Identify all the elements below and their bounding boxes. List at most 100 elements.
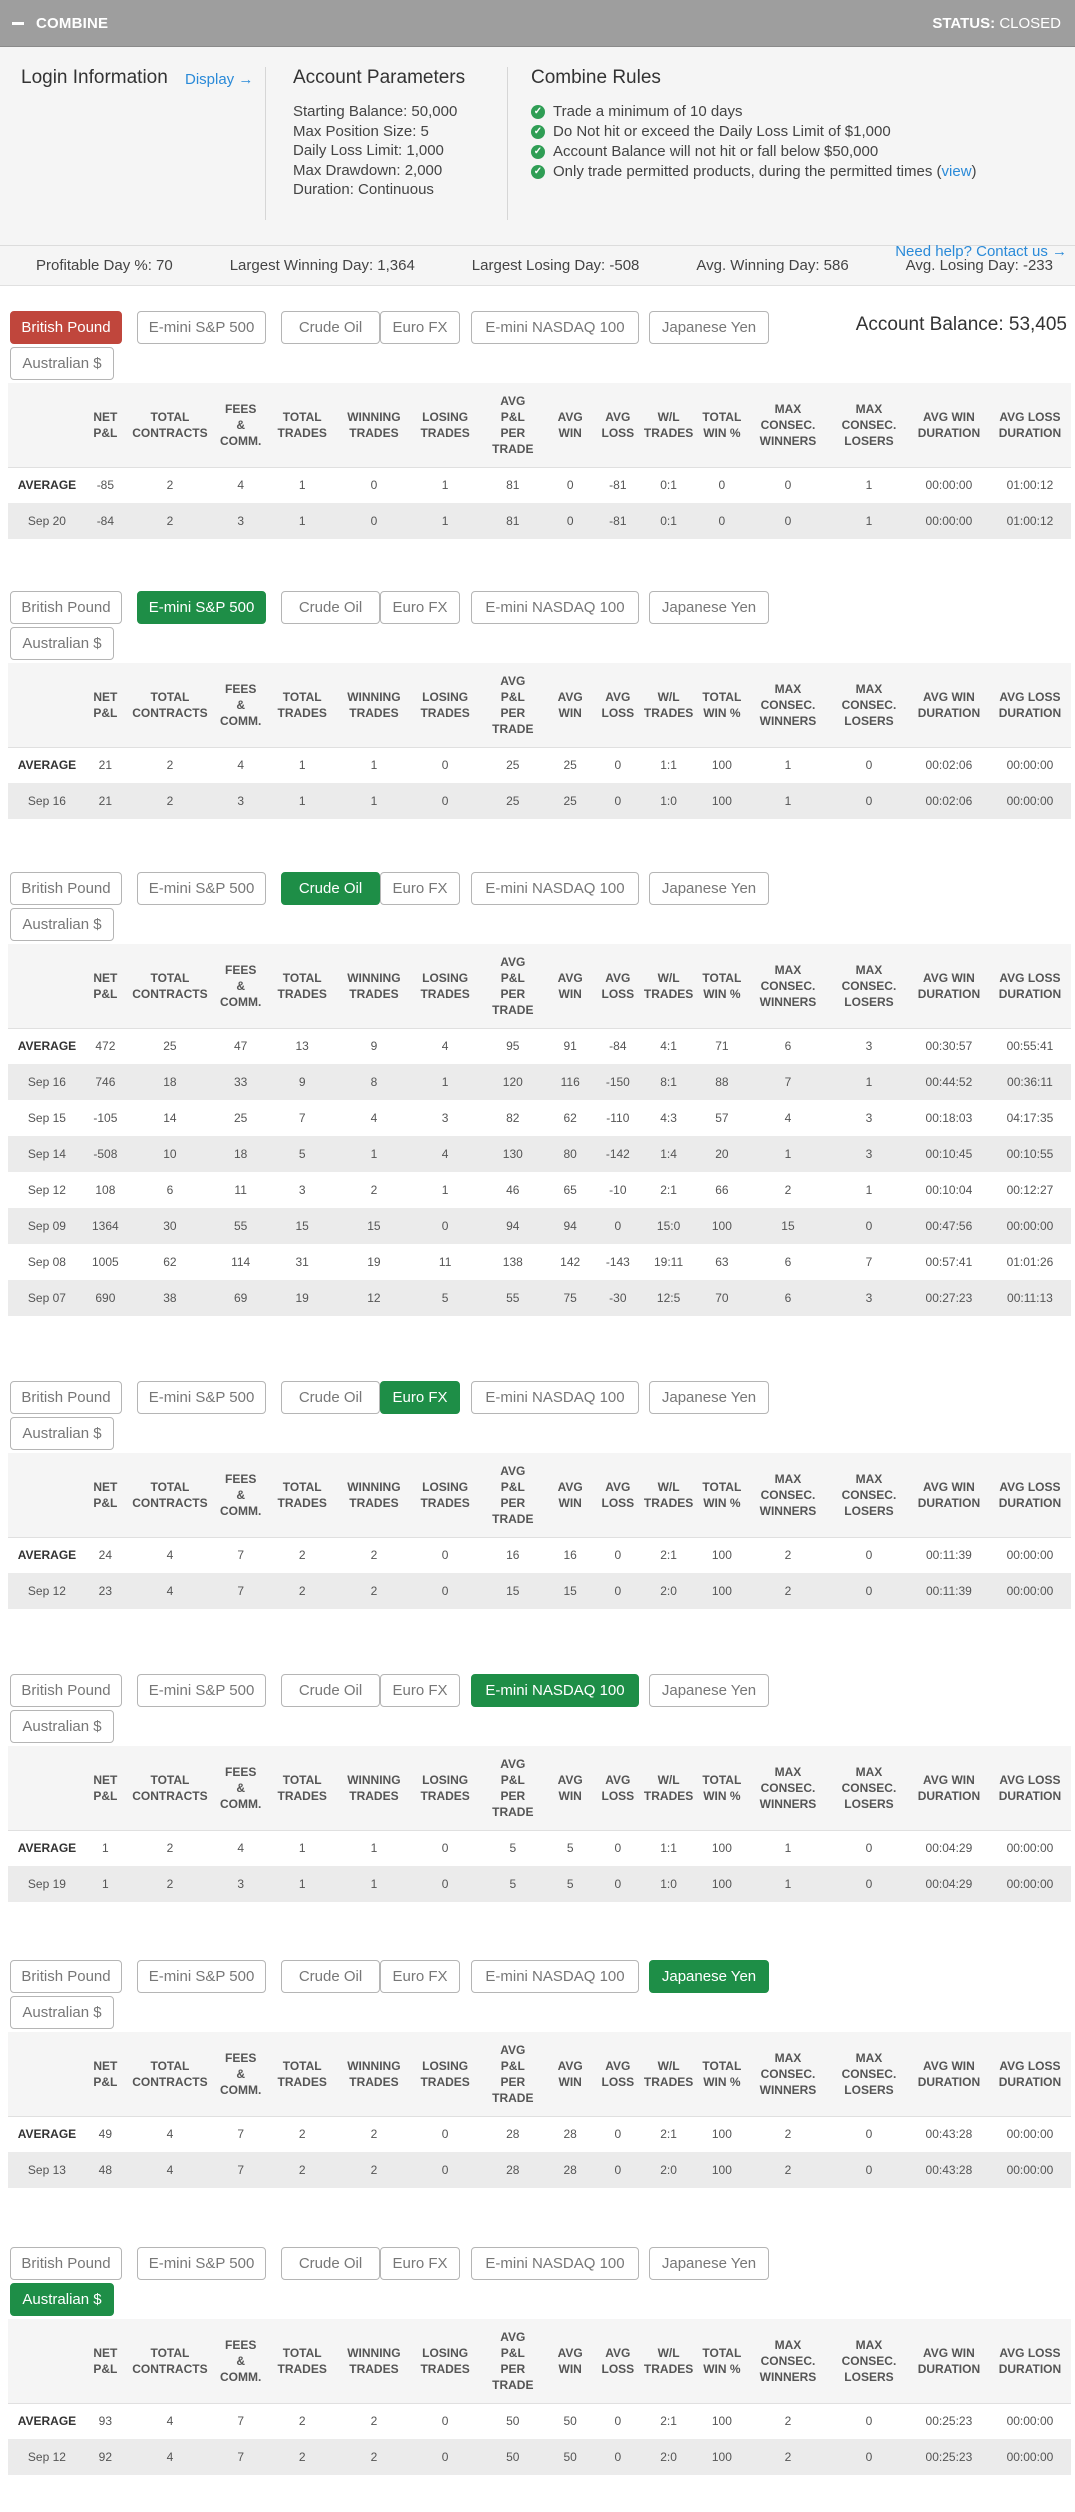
product-button-british-pound[interactable]: British Pound xyxy=(10,591,122,624)
table-cell: 00:11:39 xyxy=(908,1573,989,1609)
table-cell: 1 xyxy=(828,1064,909,1100)
table-cell: Sep 15 xyxy=(8,1100,86,1136)
table-cell: 2 xyxy=(338,2115,410,2152)
column-header xyxy=(8,2319,86,2403)
table-cell: 1:0 xyxy=(640,1866,697,1902)
table-cell: 0 xyxy=(409,1536,481,1573)
product-button-e-mini-nasdaq-100[interactable]: E-mini NASDAQ 100 xyxy=(471,311,639,344)
table-cell: 23 xyxy=(85,1573,125,1609)
column-header: TOTAL WIN % xyxy=(696,2319,747,2403)
product-button-australian[interactable]: Australian $ xyxy=(10,1710,114,1743)
product-button-japanese-yen[interactable]: Japanese Yen xyxy=(649,1674,769,1707)
product-button-japanese-yen[interactable]: Japanese Yen xyxy=(649,1381,769,1414)
table-cell: 0 xyxy=(595,1573,641,1609)
product-button-crude-oil[interactable]: Crude Oil xyxy=(281,1674,380,1707)
product-button-australian[interactable]: Australian $ xyxy=(10,908,114,941)
column-header: WINNING TRADES xyxy=(338,1746,410,1830)
product-button-british-pound[interactable]: British Pound xyxy=(10,1381,122,1414)
product-button-euro-fx[interactable]: Euro FX xyxy=(380,1674,460,1707)
table-cell: 19 xyxy=(266,1280,339,1316)
product-button-british-pound[interactable]: British Pound xyxy=(10,311,122,344)
product-button-crude-oil[interactable]: Crude Oil xyxy=(281,2247,380,2280)
table-cell: -143 xyxy=(595,1244,641,1280)
product-button-e-mini-nasdaq-100[interactable]: E-mini NASDAQ 100 xyxy=(471,872,639,905)
table-cell: 2 xyxy=(124,1866,216,1902)
product-button-japanese-yen[interactable]: Japanese Yen xyxy=(649,2247,769,2280)
table-cell: 0 xyxy=(409,1829,481,1866)
table-cell: 19:11 xyxy=(640,1244,697,1280)
product-button-e-mini-s-p-500[interactable]: E-mini S&P 500 xyxy=(137,1381,266,1414)
product-button-e-mini-s-p-500[interactable]: E-mini S&P 500 xyxy=(137,591,266,624)
product-button-british-pound[interactable]: British Pound xyxy=(10,872,122,905)
table-cell: 00:00:00 xyxy=(988,746,1071,783)
product-button-australian[interactable]: Australian $ xyxy=(10,1996,114,2029)
product-button-australian[interactable]: Australian $ xyxy=(10,1417,114,1450)
product-button-e-mini-s-p-500[interactable]: E-mini S&P 500 xyxy=(137,2247,266,2280)
product-button-british-pound[interactable]: British Pound xyxy=(10,2247,122,2280)
table-cell: 0 xyxy=(595,2402,641,2439)
table-cell: Sep 20 xyxy=(8,503,86,539)
product-button-australian[interactable]: Australian $ xyxy=(10,627,114,660)
table-cell: 0 xyxy=(828,1536,909,1573)
column-header: TOTAL TRADES xyxy=(266,383,339,467)
product-button-australian[interactable]: Australian $ xyxy=(10,2283,114,2316)
column-header: TOTAL TRADES xyxy=(266,663,339,747)
product-button-e-mini-nasdaq-100[interactable]: E-mini NASDAQ 100 xyxy=(471,2247,639,2280)
product-button-euro-fx[interactable]: Euro FX xyxy=(380,872,460,905)
table-cell: 2 xyxy=(266,1536,339,1573)
product-button-crude-oil[interactable]: Crude Oil xyxy=(281,311,380,344)
product-button-crude-oil[interactable]: Crude Oil xyxy=(281,591,380,624)
param-max-drawdown: Max Drawdown: 2,000 xyxy=(293,161,443,179)
product-button-e-mini-s-p-500[interactable]: E-mini S&P 500 xyxy=(137,1960,266,1993)
view-link[interactable]: view xyxy=(942,162,972,182)
help-contact-link[interactable]: Need help? Contact us → xyxy=(895,243,1067,260)
product-button-euro-fx[interactable]: Euro FX xyxy=(380,311,460,344)
menu-icon[interactable] xyxy=(12,21,24,25)
table-cell: 108 xyxy=(85,1172,125,1208)
display-link[interactable]: Display → xyxy=(185,71,253,88)
product-button-euro-fx[interactable]: Euro FX xyxy=(380,2247,460,2280)
table-cell: 2:1 xyxy=(640,2115,697,2152)
product-button-crude-oil[interactable]: Crude Oil xyxy=(281,1960,380,1993)
product-button-e-mini-s-p-500[interactable]: E-mini S&P 500 xyxy=(137,872,266,905)
table-cell: 28 xyxy=(480,2152,546,2188)
product-filter-row: British Pound E-mini S&P 500 Crude Oil Euro… xyxy=(0,1952,1075,2032)
product-button-japanese-yen[interactable]: Japanese Yen xyxy=(649,1960,769,1993)
table-cell: AVERAGE xyxy=(8,466,86,503)
product-button-crude-oil[interactable]: Crude Oil xyxy=(281,1381,380,1414)
top-bar-title[interactable]: COMBINE xyxy=(12,15,108,32)
table-cell: AVERAGE xyxy=(8,1829,86,1866)
table-cell: 00:04:29 xyxy=(908,1866,989,1902)
column-header: W/L TRADES xyxy=(640,1746,697,1830)
column-header xyxy=(8,383,86,467)
column-header: MAX CONSEC. LOSERS xyxy=(828,663,909,747)
product-button-japanese-yen[interactable]: Japanese Yen xyxy=(649,591,769,624)
product-button-e-mini-nasdaq-100[interactable]: E-mini NASDAQ 100 xyxy=(471,591,639,624)
product-button-british-pound[interactable]: British Pound xyxy=(10,1960,122,1993)
product-button-british-pound[interactable]: British Pound xyxy=(10,1674,122,1707)
table-cell: 2 xyxy=(746,1573,829,1609)
table-cell: 00:00:00 xyxy=(988,1573,1071,1609)
table-cell: 48 xyxy=(85,2152,125,2188)
table-cell: 1 xyxy=(266,783,339,819)
table-cell: 1 xyxy=(338,1866,410,1902)
product-button-euro-fx[interactable]: Euro FX xyxy=(380,1381,460,1414)
product-button-crude-oil[interactable]: Crude Oil xyxy=(281,872,380,905)
table-cell: 20 xyxy=(696,1136,747,1172)
column-header xyxy=(8,1453,86,1537)
product-button-e-mini-nasdaq-100[interactable]: E-mini NASDAQ 100 xyxy=(471,1960,639,1993)
product-button-e-mini-s-p-500[interactable]: E-mini S&P 500 xyxy=(137,311,266,344)
table-cell: 0 xyxy=(409,2152,481,2188)
product-button-e-mini-nasdaq-100[interactable]: E-mini NASDAQ 100 xyxy=(471,1381,639,1414)
product-button-australian[interactable]: Australian $ xyxy=(10,347,114,380)
table-cell: 1:1 xyxy=(640,746,697,783)
product-button-e-mini-nasdaq-100[interactable]: E-mini NASDAQ 100 xyxy=(471,1674,639,1707)
table-cell: 0 xyxy=(409,1208,481,1244)
product-button-japanese-yen[interactable]: Japanese Yen xyxy=(649,311,769,344)
product-button-euro-fx[interactable]: Euro FX xyxy=(380,1960,460,1993)
table-cell: 9 xyxy=(338,1027,410,1064)
product-button-euro-fx[interactable]: Euro FX xyxy=(380,591,460,624)
product-button-e-mini-s-p-500[interactable]: E-mini S&P 500 xyxy=(137,1674,266,1707)
product-button-japanese-yen[interactable]: Japanese Yen xyxy=(649,872,769,905)
table-cell: 138 xyxy=(480,1244,546,1280)
